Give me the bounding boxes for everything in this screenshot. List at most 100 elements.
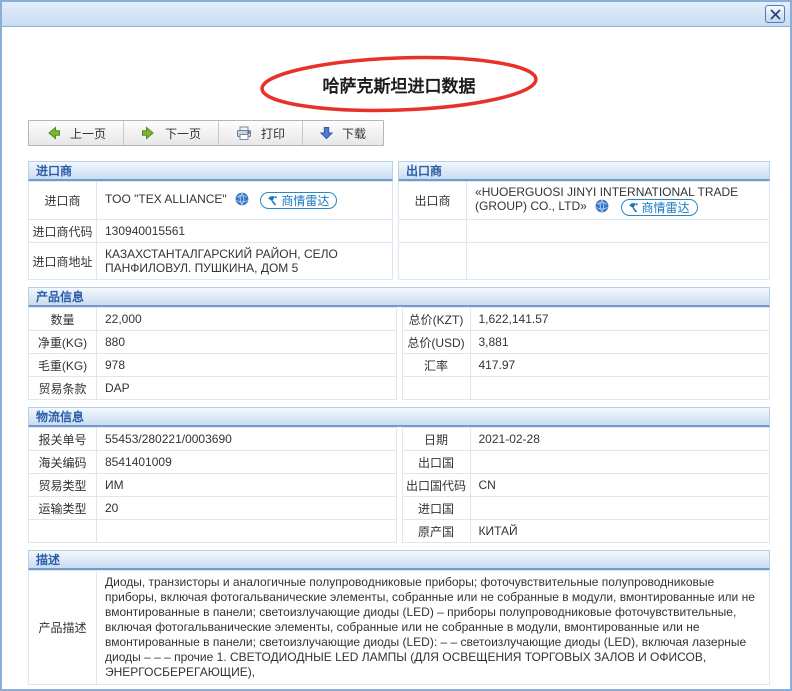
table-row [401, 376, 770, 400]
section-importer-exporter: 进口商 进口商 TOO "TEX ALLIANCE" 商情雷达 进口商代码 13… [28, 161, 770, 280]
download-button[interactable]: 下载 [303, 121, 383, 145]
net-weight-label: 净重(KG) [28, 330, 97, 354]
importer-name-cell: TOO "TEX ALLIANCE" 商情雷达 [95, 181, 394, 220]
section-logistics-info: 物流信息 报关单号 55453/280221/0003690 海关编码 8541… [28, 407, 770, 543]
transport-type-value: 20 [96, 496, 397, 520]
globe-icon[interactable] [235, 192, 249, 206]
product-description-label: 产品描述 [28, 570, 97, 685]
next-page-button[interactable]: 下一页 [124, 121, 220, 145]
prev-page-label: 上一页 [70, 126, 107, 141]
radar-icon [627, 202, 639, 214]
table-row: 汇率 417.97 [401, 353, 770, 377]
empty-label [28, 519, 97, 543]
importer-address-value: КАЗАХСТАНТАЛГАРСКИЙ РАЙОН, СЕЛО ПАНФИЛОВ… [95, 242, 394, 280]
business-radar-badge[interactable]: 商情雷达 [620, 199, 698, 217]
table-row: 贸易类型 ИМ [28, 473, 397, 497]
close-button[interactable] [765, 5, 785, 23]
table-row: 产品描述 Диоды, транзисторы и аналогичные по… [28, 570, 770, 685]
table-row: 数量 22,000 [28, 307, 397, 331]
table-row: 总价(USD) 3,881 [401, 330, 770, 354]
declaration-number-value: 55453/280221/0003690 [96, 427, 397, 451]
quantity-value: 22,000 [96, 307, 397, 331]
importer-name-label: 进口商 [28, 181, 97, 220]
title-area: 哈萨克斯坦进口数据 [28, 55, 770, 113]
exchange-rate-label: 汇率 [401, 353, 471, 377]
logistics-left-table: 报关单号 55453/280221/0003690 海关编码 854140100… [28, 427, 397, 543]
table-row: 进口商代码 130940015561 [28, 219, 394, 243]
logistics-section-header: 物流信息 [28, 407, 770, 427]
dialog-content: 哈萨克斯坦进口数据 上一页 下一页 打印 下载 进口商 进口商 TOO "TEX… [2, 55, 790, 685]
printer-icon [236, 126, 252, 141]
table-row: 总价(KZT) 1,622,141.57 [401, 307, 770, 331]
total-kzt-label: 总价(KZT) [401, 307, 471, 331]
exporter-name-label: 出口商 [398, 181, 468, 220]
importer-section-header: 进口商 [28, 161, 394, 181]
importer-code-label: 进口商代码 [28, 219, 97, 243]
net-weight-value: 880 [96, 330, 397, 354]
arrow-down-icon [320, 126, 334, 140]
empty-value [466, 219, 770, 243]
date-label: 日期 [401, 427, 471, 451]
product-description-value: Диоды, транзисторы и аналогичные полупро… [96, 570, 770, 685]
importer-code-value: 130940015561 [95, 219, 394, 243]
exporter-section-header: 出口商 [398, 161, 770, 181]
download-label: 下载 [342, 126, 367, 141]
importer-name-value: TOO "TEX ALLIANCE" [105, 191, 227, 206]
business-radar-badge[interactable]: 商情雷达 [260, 192, 338, 210]
trade-type-label: 贸易类型 [28, 473, 97, 497]
table-row: 出口商 «HUOERGUOSI JINYI INTERNATIONAL TRAD… [398, 181, 770, 220]
incoterms-label: 贸易条款 [28, 376, 97, 400]
section-product-info: 产品信息 数量 22,000 净重(KG) 880 毛重(KG) 978 贸易条… [28, 287, 770, 400]
origin-country-value: КИТАЙ [469, 519, 770, 543]
import-country-value [469, 496, 770, 520]
total-usd-label: 总价(USD) [401, 330, 471, 354]
export-country-code-value: CN [469, 473, 770, 497]
dialog-window: 哈萨克斯坦进口数据 上一页 下一页 打印 下载 进口商 进口商 TOO "TEX… [0, 0, 792, 691]
arrow-left-icon [46, 126, 61, 140]
import-country-label: 进口国 [401, 496, 471, 520]
export-country-value [469, 450, 770, 474]
dialog-titlebar [2, 2, 790, 27]
table-row: 贸易条款 DAP [28, 376, 397, 400]
description-table: 产品描述 Диоды, транзисторы и аналогичные по… [28, 570, 770, 685]
empty-value [96, 519, 397, 543]
gross-weight-value: 978 [96, 353, 397, 377]
trade-type-value: ИМ [96, 473, 397, 497]
logistics-right-table: 日期 2021-02-28 出口国 出口国代码 CN 进口国 原产国 КИТАЙ [401, 427, 770, 543]
prev-page-button[interactable]: 上一页 [29, 121, 125, 145]
badge-label: 商情雷达 [281, 194, 330, 209]
radar-icon [266, 195, 278, 207]
exporter-table: 出口商 «HUOERGUOSI JINYI INTERNATIONAL TRAD… [398, 181, 770, 280]
arrow-right-icon [141, 126, 156, 140]
empty-label [398, 219, 468, 243]
quantity-label: 数量 [28, 307, 97, 331]
empty-value [466, 242, 770, 280]
table-row: 报关单号 55453/280221/0003690 [28, 427, 397, 451]
importer-table: 进口商 TOO "TEX ALLIANCE" 商情雷达 进口商代码 130940… [28, 181, 394, 280]
exchange-rate-value: 417.97 [469, 353, 770, 377]
table-row: 进口商地址 КАЗАХСТАНТАЛГАРСКИЙ РАЙОН, СЕЛО ПА… [28, 242, 394, 280]
table-row: 出口国 [401, 450, 770, 474]
table-row [398, 242, 770, 280]
section-description: 描述 产品描述 Диоды, транзисторы и аналогичные… [28, 550, 770, 685]
toolbar: 上一页 下一页 打印 下载 [28, 120, 385, 146]
empty-value [469, 376, 770, 400]
product-section-header: 产品信息 [28, 287, 770, 307]
incoterms-value: DAP [96, 376, 397, 400]
declaration-number-label: 报关单号 [28, 427, 97, 451]
origin-country-label: 原产国 [401, 519, 471, 543]
product-right-table: 总价(KZT) 1,622,141.57 总价(USD) 3,881 汇率 41… [401, 307, 770, 400]
table-row: 海关编码 8541401009 [28, 450, 397, 474]
print-button[interactable]: 打印 [219, 121, 304, 145]
table-row: 进口国 [401, 496, 770, 520]
globe-icon[interactable] [595, 199, 609, 213]
empty-label [401, 376, 471, 400]
print-label: 打印 [261, 126, 286, 141]
empty-label [398, 242, 468, 280]
product-left-table: 数量 22,000 净重(KG) 880 毛重(KG) 978 贸易条款 DAP [28, 307, 397, 400]
next-page-label: 下一页 [165, 126, 202, 141]
table-row: 毛重(KG) 978 [28, 353, 397, 377]
table-row [398, 219, 770, 243]
page-title: 哈萨克斯坦进口数据 [322, 76, 476, 96]
table-row: 净重(KG) 880 [28, 330, 397, 354]
